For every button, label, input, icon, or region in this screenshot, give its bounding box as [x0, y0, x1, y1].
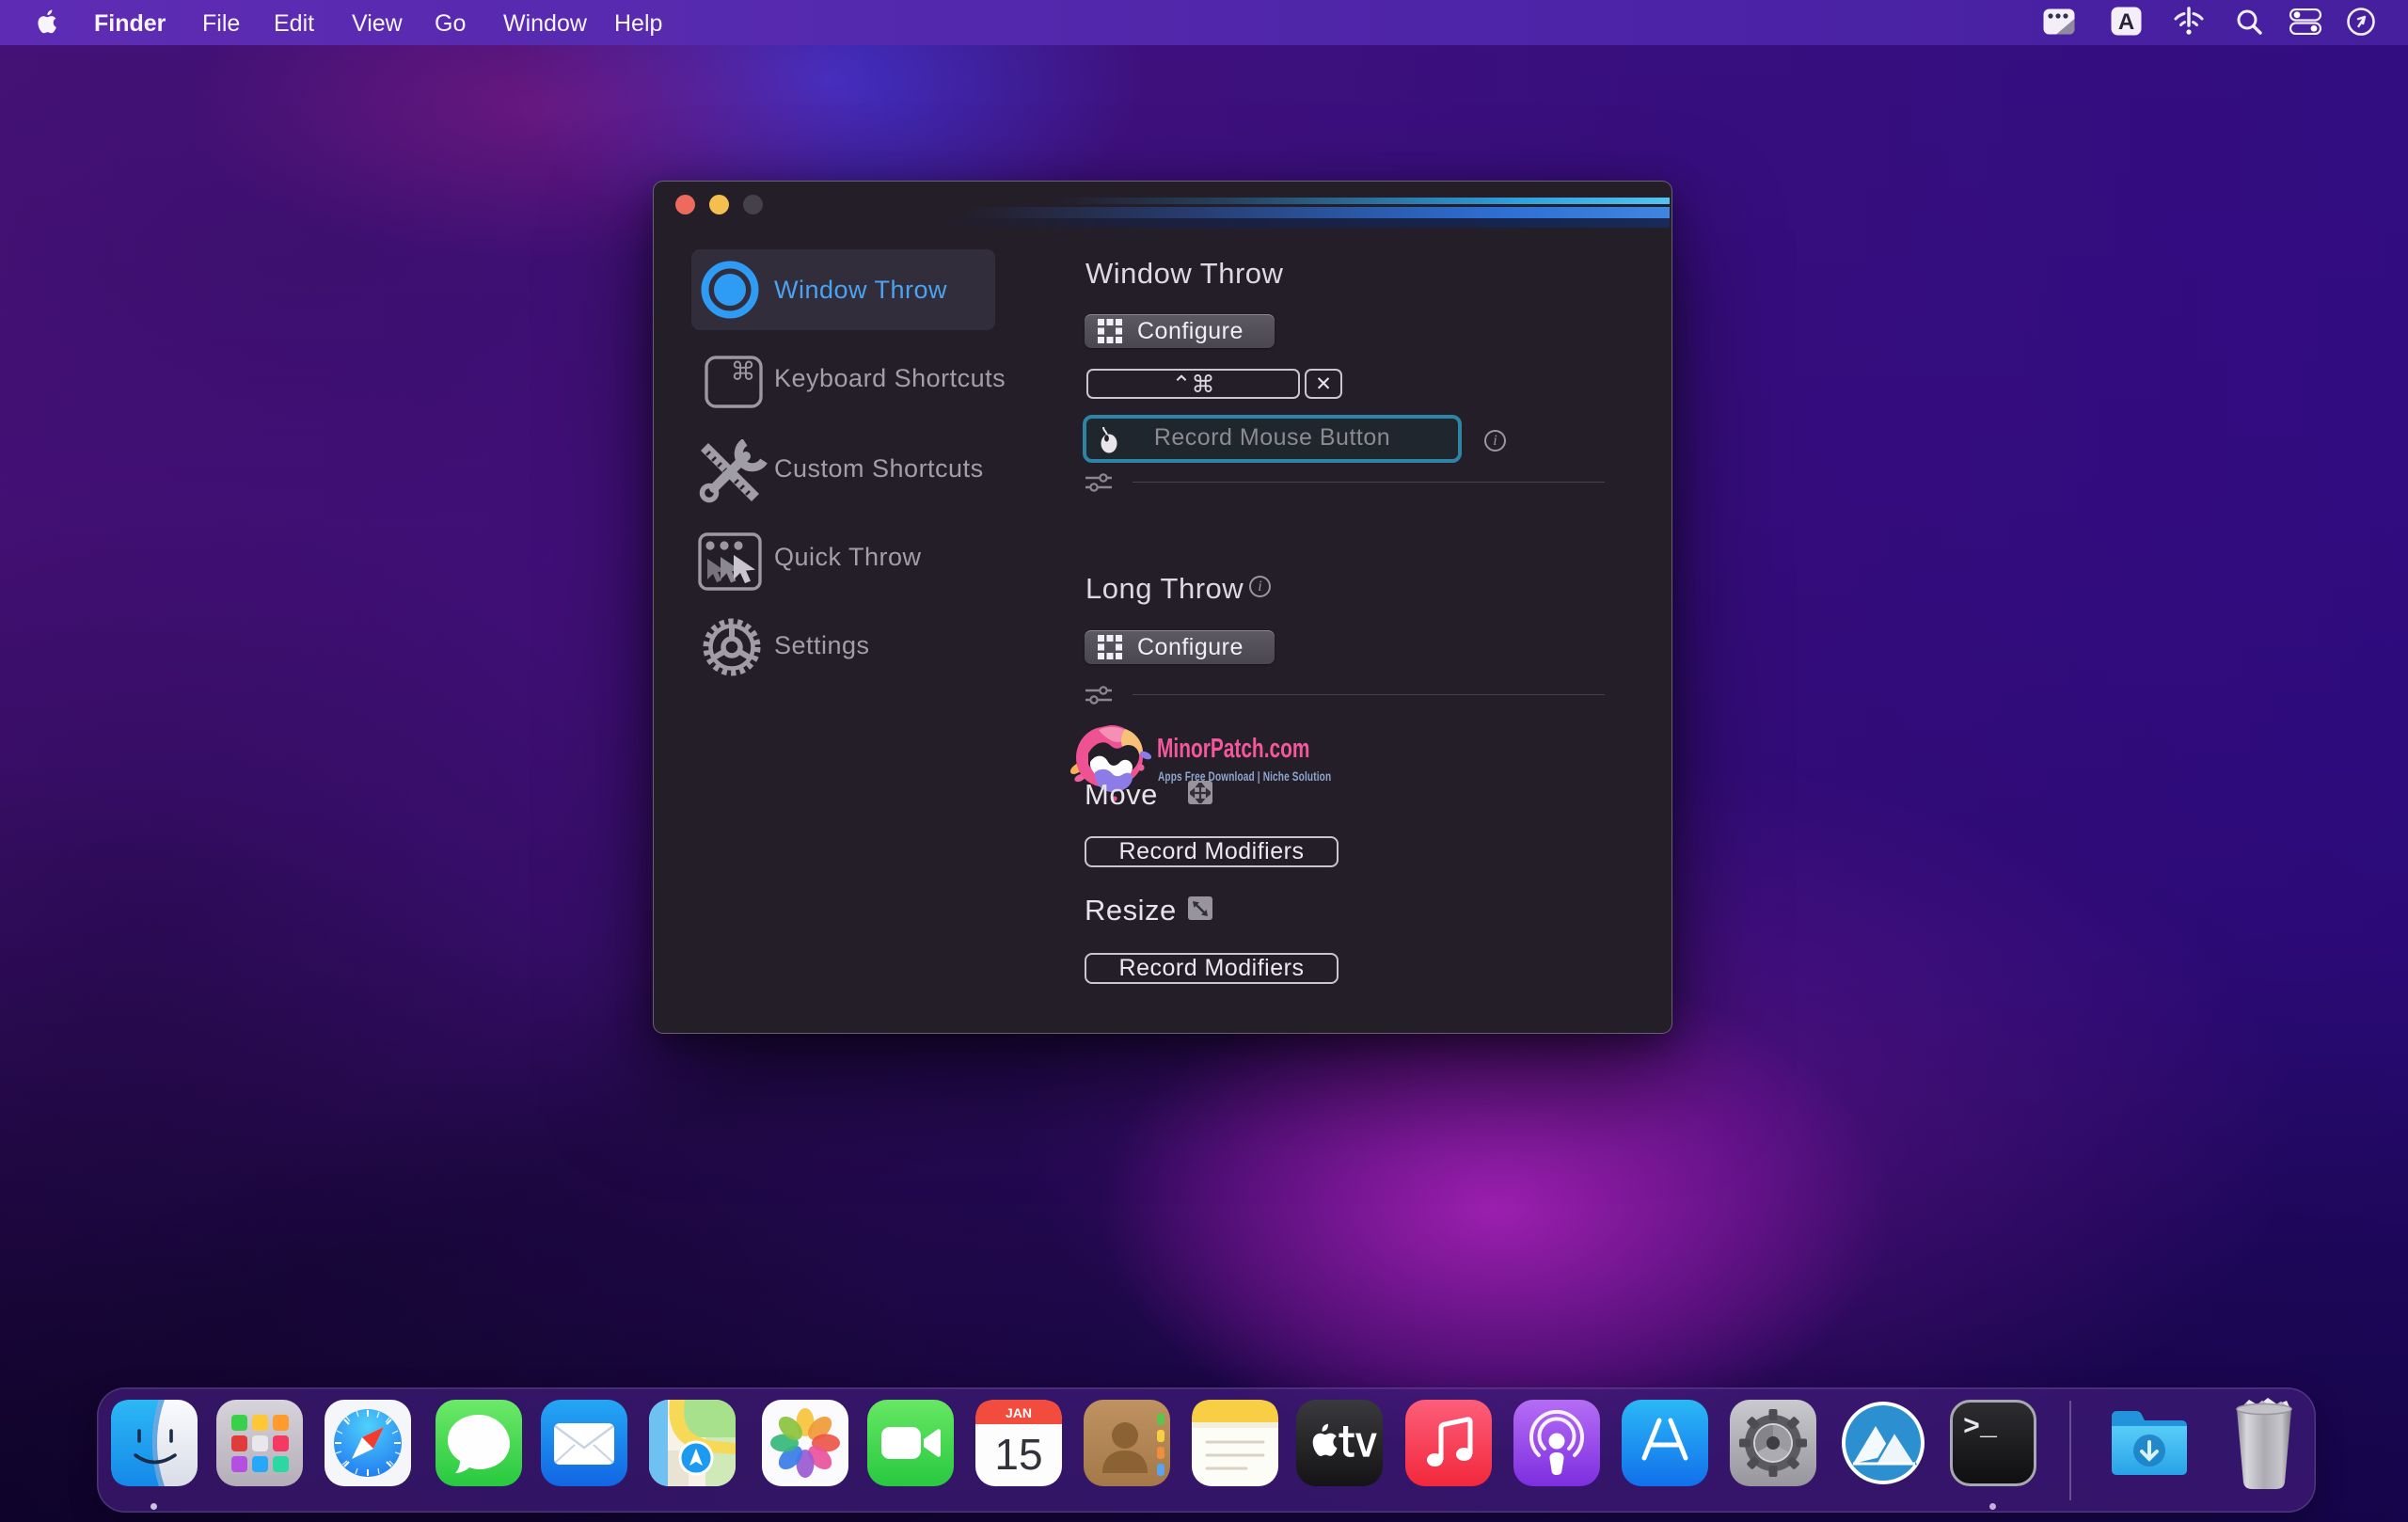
svg-text:⌘: ⌘ [731, 357, 756, 386]
svg-text:>_: >_ [1963, 1412, 1998, 1444]
svg-text:A: A [2118, 9, 2134, 35]
svg-text:JAN: JAN [1006, 1405, 1032, 1420]
svg-text:15: 15 [994, 1430, 1042, 1479]
